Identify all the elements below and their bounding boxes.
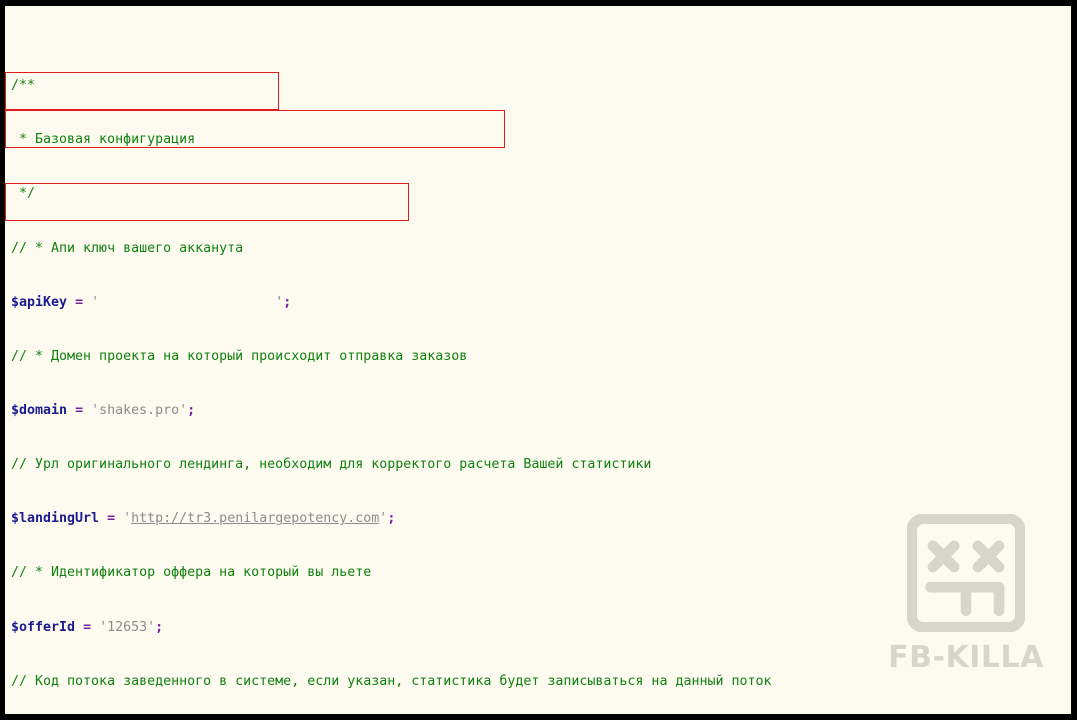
code-line: * Базовая конфигурация <box>11 132 196 148</box>
code-line: // Урл оригинального лендинга, необходим… <box>11 457 652 473</box>
code-line: $apiKey = ' '; <box>11 294 292 310</box>
code-line: $offerId = '12653'; <box>11 619 164 635</box>
code-line: */ <box>11 186 36 202</box>
code-line: // * Домен проекта на который происходит… <box>11 348 468 364</box>
code-editor-surface[interactable]: /** * Базовая конфигурация */ // * Апи к… <box>5 6 1071 714</box>
code-line: $domain = 'shakes.pro'; <box>11 402 196 418</box>
code-line: $landingUrl = 'http://tr3.penilargepoten… <box>11 511 396 527</box>
code-line: // * Апи ключ вашего акканута <box>11 240 244 256</box>
code-line: // Код потока заведенного в системе, есл… <box>11 673 772 689</box>
screenshot-root: /** * Базовая конфигурация */ // * Апи к… <box>0 0 1077 720</box>
code-line: // * Идентификатор оффера на который вы … <box>11 565 372 581</box>
php-source-code[interactable]: /** * Базовая конфигурация */ // * Апи к… <box>5 6 940 714</box>
code-line: /** <box>11 78 36 94</box>
